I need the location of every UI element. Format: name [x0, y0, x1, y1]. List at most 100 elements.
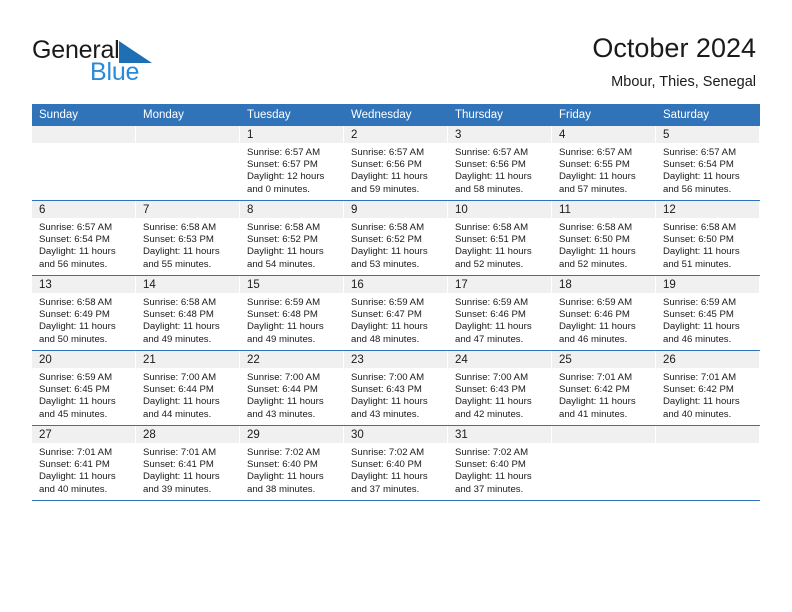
calendar-day-cell[interactable]: 24 Sunrise: 7:00 AM Sunset: 6:43 PM Dayligh…	[448, 350, 552, 426]
calendar-day-cell[interactable]: 2 Sunrise: 6:57 AM Sunset: 6:56 PM Daylight…	[344, 126, 448, 201]
daylight-text: Daylight: 11 hours and 39 minutes.	[143, 471, 220, 495]
day-number-band	[32, 126, 136, 143]
calendar-day-cell[interactable]: 15 Sunrise: 6:59 AM Sunset: 6:48 PM Dayligh…	[240, 275, 344, 351]
day-details: Sunrise: 6:59 AM Sunset: 6:46 PM Daylight:…	[448, 293, 552, 346]
daylight-text: Daylight: 11 hours and 58 minutes.	[455, 171, 532, 195]
day-number: 7	[143, 204, 150, 216]
calendar-week-row: 13 Sunrise: 6:58 AM Sunset: 6:49 PM Dayligh…	[32, 275, 760, 351]
day-number: 24	[455, 354, 468, 366]
sunset-text: Sunset: 6:46 PM	[455, 309, 526, 321]
day-number: 19	[663, 279, 676, 291]
day-number-band: 1	[240, 126, 344, 143]
calendar-day-cell[interactable]: 19 Sunrise: 6:59 AM Sunset: 6:45 PM Dayligh…	[656, 275, 760, 351]
day-details: Sunrise: 6:57 AM Sunset: 6:54 PM Daylight:…	[32, 218, 136, 271]
calendar-day-cell[interactable]: 25 Sunrise: 7:01 AM Sunset: 6:42 PM Dayligh…	[552, 350, 656, 426]
day-details: Sunrise: 6:58 AM Sunset: 6:52 PM Daylight:…	[240, 218, 344, 271]
general-blue-logo[interactable]: General Blue	[32, 36, 212, 86]
day-number-band: 13	[32, 276, 136, 293]
day-number-band: 3	[448, 126, 552, 143]
calendar-day-cell[interactable]: 1 Sunrise: 6:57 AM Sunset: 6:57 PM Daylight…	[240, 126, 344, 201]
logo-text-blue: Blue	[90, 58, 140, 86]
daylight-text: Daylight: 11 hours and 57 minutes.	[559, 171, 636, 195]
calendar-day-cell[interactable]: 31 Sunrise: 7:02 AM Sunset: 6:40 PM Dayligh…	[448, 425, 552, 501]
daylight-text: Daylight: 11 hours and 54 minutes.	[247, 246, 324, 270]
sunset-text: Sunset: 6:48 PM	[143, 309, 214, 321]
day-number: 1	[247, 129, 254, 141]
daylight-text: Daylight: 11 hours and 52 minutes.	[455, 246, 532, 270]
calendar-cell-empty	[136, 126, 240, 201]
sunrise-text: Sunrise: 6:59 AM	[663, 297, 737, 308]
day-number-band: 16	[344, 276, 448, 293]
sunset-text: Sunset: 6:50 PM	[559, 234, 630, 246]
calendar-day-cell[interactable]: 27 Sunrise: 7:01 AM Sunset: 6:41 PM Dayligh…	[32, 425, 136, 501]
day-number-band: 21	[136, 351, 240, 368]
day-number: 15	[247, 279, 260, 291]
calendar-day-cell[interactable]: 28 Sunrise: 7:01 AM Sunset: 6:41 PM Dayligh…	[136, 425, 240, 501]
day-details: Sunrise: 6:59 AM Sunset: 6:45 PM Daylight:…	[656, 293, 760, 346]
calendar-day-cell[interactable]: 30 Sunrise: 7:02 AM Sunset: 6:40 PM Dayligh…	[344, 425, 448, 501]
day-details: Sunrise: 7:00 AM Sunset: 6:43 PM Daylight:…	[344, 368, 448, 421]
calendar-day-cell[interactable]: 6 Sunrise: 6:57 AM Sunset: 6:54 PM Daylight…	[32, 200, 136, 276]
sunrise-text: Sunrise: 6:58 AM	[143, 222, 217, 233]
day-details: Sunrise: 6:58 AM Sunset: 6:51 PM Daylight:…	[448, 218, 552, 271]
day-details: Sunrise: 6:58 AM Sunset: 6:48 PM Daylight:…	[136, 293, 240, 346]
weekday-header-friday: Friday	[552, 104, 656, 126]
calendar-day-cell[interactable]: 22 Sunrise: 7:00 AM Sunset: 6:44 PM Dayligh…	[240, 350, 344, 426]
day-number-band: 29	[240, 426, 344, 443]
calendar-day-cell[interactable]: 14 Sunrise: 6:58 AM Sunset: 6:48 PM Dayligh…	[136, 275, 240, 351]
day-number: 13	[39, 279, 52, 291]
day-number: 27	[39, 429, 52, 441]
calendar-cell-empty	[656, 425, 760, 501]
calendar-day-cell[interactable]: 29 Sunrise: 7:02 AM Sunset: 6:40 PM Dayligh…	[240, 425, 344, 501]
day-number-band: 22	[240, 351, 344, 368]
calendar-day-cell[interactable]: 9 Sunrise: 6:58 AM Sunset: 6:52 PM Daylight…	[344, 200, 448, 276]
sunset-text: Sunset: 6:42 PM	[663, 384, 734, 396]
sunrise-text: Sunrise: 7:00 AM	[351, 372, 425, 383]
day-details: Sunrise: 6:59 AM Sunset: 6:45 PM Daylight:…	[32, 368, 136, 421]
day-details: Sunrise: 7:02 AM Sunset: 6:40 PM Daylight:…	[344, 443, 448, 496]
calendar-day-cell[interactable]: 20 Sunrise: 6:59 AM Sunset: 6:45 PM Dayligh…	[32, 350, 136, 426]
calendar-day-cell[interactable]: 12 Sunrise: 6:58 AM Sunset: 6:50 PM Dayligh…	[656, 200, 760, 276]
calendar-day-cell[interactable]: 17 Sunrise: 6:59 AM Sunset: 6:46 PM Dayligh…	[448, 275, 552, 351]
daylight-text: Daylight: 11 hours and 41 minutes.	[559, 396, 636, 420]
day-number: 5	[663, 129, 670, 141]
day-number-band: 15	[240, 276, 344, 293]
calendar-day-cell[interactable]: 7 Sunrise: 6:58 AM Sunset: 6:53 PM Daylight…	[136, 200, 240, 276]
sunrise-text: Sunrise: 6:58 AM	[39, 297, 113, 308]
sunrise-text: Sunrise: 6:58 AM	[663, 222, 737, 233]
calendar-day-cell[interactable]: 23 Sunrise: 7:00 AM Sunset: 6:43 PM Dayligh…	[344, 350, 448, 426]
day-number-band	[552, 426, 656, 443]
sunrise-text: Sunrise: 6:57 AM	[39, 222, 113, 233]
day-number: 6	[39, 204, 46, 216]
sunrise-text: Sunrise: 6:59 AM	[559, 297, 633, 308]
day-number-band: 25	[552, 351, 656, 368]
calendar-day-cell[interactable]: 10 Sunrise: 6:58 AM Sunset: 6:51 PM Dayligh…	[448, 200, 552, 276]
calendar-day-cell[interactable]: 5 Sunrise: 6:57 AM Sunset: 6:54 PM Daylight…	[656, 126, 760, 201]
sunset-text: Sunset: 6:43 PM	[455, 384, 526, 396]
calendar-day-cell[interactable]: 26 Sunrise: 7:01 AM Sunset: 6:42 PM Dayligh…	[656, 350, 760, 426]
sunrise-text: Sunrise: 6:57 AM	[559, 147, 633, 158]
day-number-band: 24	[448, 351, 552, 368]
calendar-day-cell[interactable]: 13 Sunrise: 6:58 AM Sunset: 6:49 PM Dayligh…	[32, 275, 136, 351]
day-number: 18	[559, 279, 572, 291]
daylight-text: Daylight: 11 hours and 52 minutes.	[559, 246, 636, 270]
day-number-band: 19	[656, 276, 760, 293]
calendar-day-cell[interactable]: 8 Sunrise: 6:58 AM Sunset: 6:52 PM Daylight…	[240, 200, 344, 276]
sunset-text: Sunset: 6:54 PM	[663, 159, 734, 171]
calendar-day-cell[interactable]: 4 Sunrise: 6:57 AM Sunset: 6:55 PM Daylight…	[552, 126, 656, 201]
calendar-day-cell[interactable]: 18 Sunrise: 6:59 AM Sunset: 6:46 PM Dayligh…	[552, 275, 656, 351]
calendar-day-cell[interactable]: 21 Sunrise: 7:00 AM Sunset: 6:44 PM Dayligh…	[136, 350, 240, 426]
daylight-text: Daylight: 11 hours and 42 minutes.	[455, 396, 532, 420]
day-details: Sunrise: 7:00 AM Sunset: 6:44 PM Daylight:…	[136, 368, 240, 421]
sunrise-text: Sunrise: 6:57 AM	[663, 147, 737, 158]
calendar-day-cell[interactable]: 3 Sunrise: 6:57 AM Sunset: 6:56 PM Daylight…	[448, 126, 552, 201]
day-number-band: 23	[344, 351, 448, 368]
daylight-text: Daylight: 12 hours and 0 minutes.	[247, 171, 325, 195]
sunset-text: Sunset: 6:43 PM	[351, 384, 422, 396]
sunset-text: Sunset: 6:46 PM	[559, 309, 630, 321]
calendar-day-cell[interactable]: 11 Sunrise: 6:58 AM Sunset: 6:50 PM Dayligh…	[552, 200, 656, 276]
day-number: 10	[455, 204, 468, 216]
calendar-day-cell[interactable]: 16 Sunrise: 6:59 AM Sunset: 6:47 PM Dayligh…	[344, 275, 448, 351]
day-number: 28	[143, 429, 156, 441]
sunset-text: Sunset: 6:40 PM	[351, 459, 422, 471]
